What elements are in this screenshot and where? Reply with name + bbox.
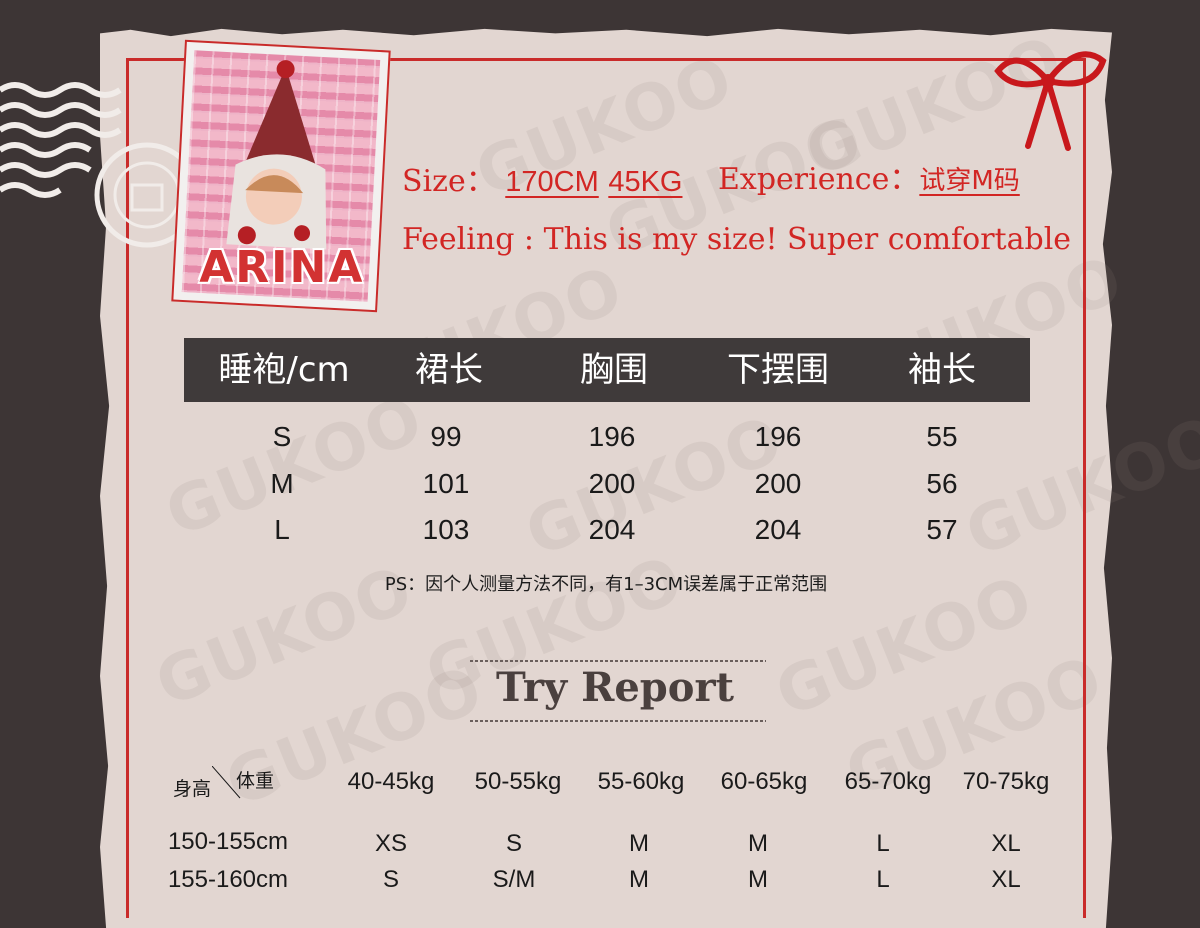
sleeve-cell: 57 [926, 514, 958, 545]
header-cell: 胸围 [580, 350, 648, 390]
recommended-size-cell: XS [374, 830, 407, 857]
bust-cell: 196 [588, 421, 636, 452]
sleeve-cell: 55 [926, 421, 958, 452]
weight-range-header: 50-55kg [474, 768, 562, 795]
weight-range-header: 70-75kg [962, 768, 1050, 795]
hem-cell: 200 [754, 468, 802, 499]
recommended-size-cell: M [748, 866, 768, 893]
title-divider-top [470, 660, 766, 662]
experience-label: Experience： [718, 162, 920, 197]
recommended-size-cell: L [876, 866, 890, 893]
weight-value: 45KG [608, 166, 683, 198]
size-info: Size： 170CM 45KG [402, 156, 682, 200]
experience-info: Experience：试穿M码 [718, 154, 1020, 198]
hem-cell: 196 [754, 421, 802, 452]
model-photo: ARINA [171, 39, 391, 313]
header-cell: 袖长 [908, 350, 976, 390]
recommended-size-cell: M [748, 830, 768, 857]
recommended-size-cell: XL [991, 866, 1021, 893]
title-divider-bottom [470, 720, 766, 722]
recommended-size-cell: S [505, 830, 522, 857]
sleeve-cell: 56 [926, 468, 958, 499]
recommended-size-cell: XL [991, 830, 1021, 857]
header-cell: 下摆围 [727, 350, 829, 390]
red-ribbon-bow-icon [994, 51, 1107, 151]
model-name-label: ARINA [199, 242, 365, 294]
height-range-cell: 155-160cm [167, 866, 289, 893]
experience-value: 试穿M码 [919, 166, 1020, 196]
measurement-note: PS：因个人测量方法不同，有1–3CM误差属于正常范围 [384, 574, 828, 595]
corner-height-label: 身高 [173, 778, 212, 800]
bust-cell: 200 [588, 468, 636, 499]
feeling-text: Feeling : This is my size! Super comfort… [402, 222, 1072, 257]
recommended-size-cell: M [629, 830, 649, 857]
recommended-size-cell: S/M [492, 866, 536, 893]
recommended-size-cell: M [629, 866, 649, 893]
weight-range-header: 40-45kg [347, 768, 435, 795]
recommended-size-cell: L [876, 830, 890, 857]
length-cell: 99 [430, 421, 462, 452]
weight-range-header: 55-60kg [597, 768, 685, 795]
bust-cell: 204 [588, 514, 636, 545]
length-cell: 101 [422, 468, 470, 499]
header-cell: 睡袍/cm [218, 350, 350, 390]
weight-range-header: 60-65kg [720, 768, 808, 795]
size-table-header: 睡袍/cm 裙长 胸围 下摆围 袖长 [184, 338, 1030, 402]
size-cell: M [270, 468, 294, 499]
size-label: Size： [402, 164, 496, 199]
size-cell: S [272, 421, 292, 452]
length-cell: 103 [422, 514, 470, 545]
weight-range-header: 65-70kg [844, 768, 932, 795]
header-cell: 裙长 [415, 350, 483, 390]
try-report-title: Try Report [496, 664, 734, 711]
hem-cell: 204 [754, 514, 802, 545]
recommended-size-cell: S [382, 866, 399, 893]
size-cell: L [274, 514, 290, 545]
height-value: 170CM [505, 166, 599, 198]
corner-weight-label: 体重 [236, 770, 275, 792]
height-range-cell: 150-155cm [167, 828, 289, 855]
